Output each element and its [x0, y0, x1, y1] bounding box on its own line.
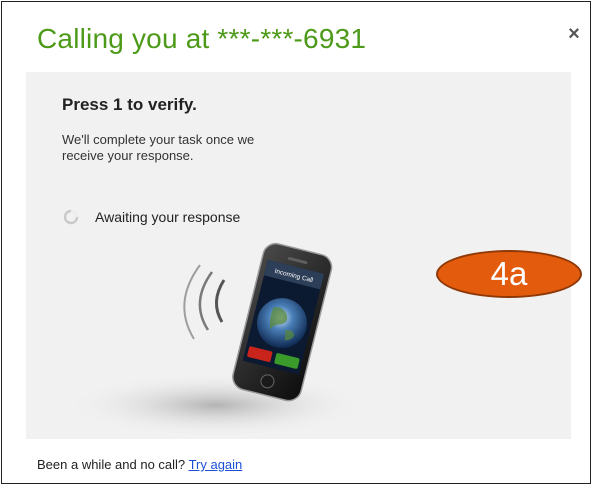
dialog-title: Calling you at ***-***-6931 [37, 23, 367, 54]
status-text: Awaiting your response [95, 209, 241, 225]
instruction-heading: Press 1 to verify. [62, 95, 197, 114]
annotation-badge: 4a [436, 250, 582, 298]
ringing-phone-icon: Incoming Call [66, 242, 366, 437]
try-again-link[interactable]: Try again [189, 457, 243, 472]
spinner-icon [63, 209, 79, 225]
footer-text: Been a while and no call? [37, 457, 186, 472]
description-text: We'll complete your task once we receive… [62, 132, 255, 163]
footer: Been a while and no call? Try again [37, 457, 242, 472]
verification-dialog: Calling you at ***-***-6931 × Press 1 to… [1, 1, 591, 484]
close-icon[interactable]: × [564, 24, 584, 44]
